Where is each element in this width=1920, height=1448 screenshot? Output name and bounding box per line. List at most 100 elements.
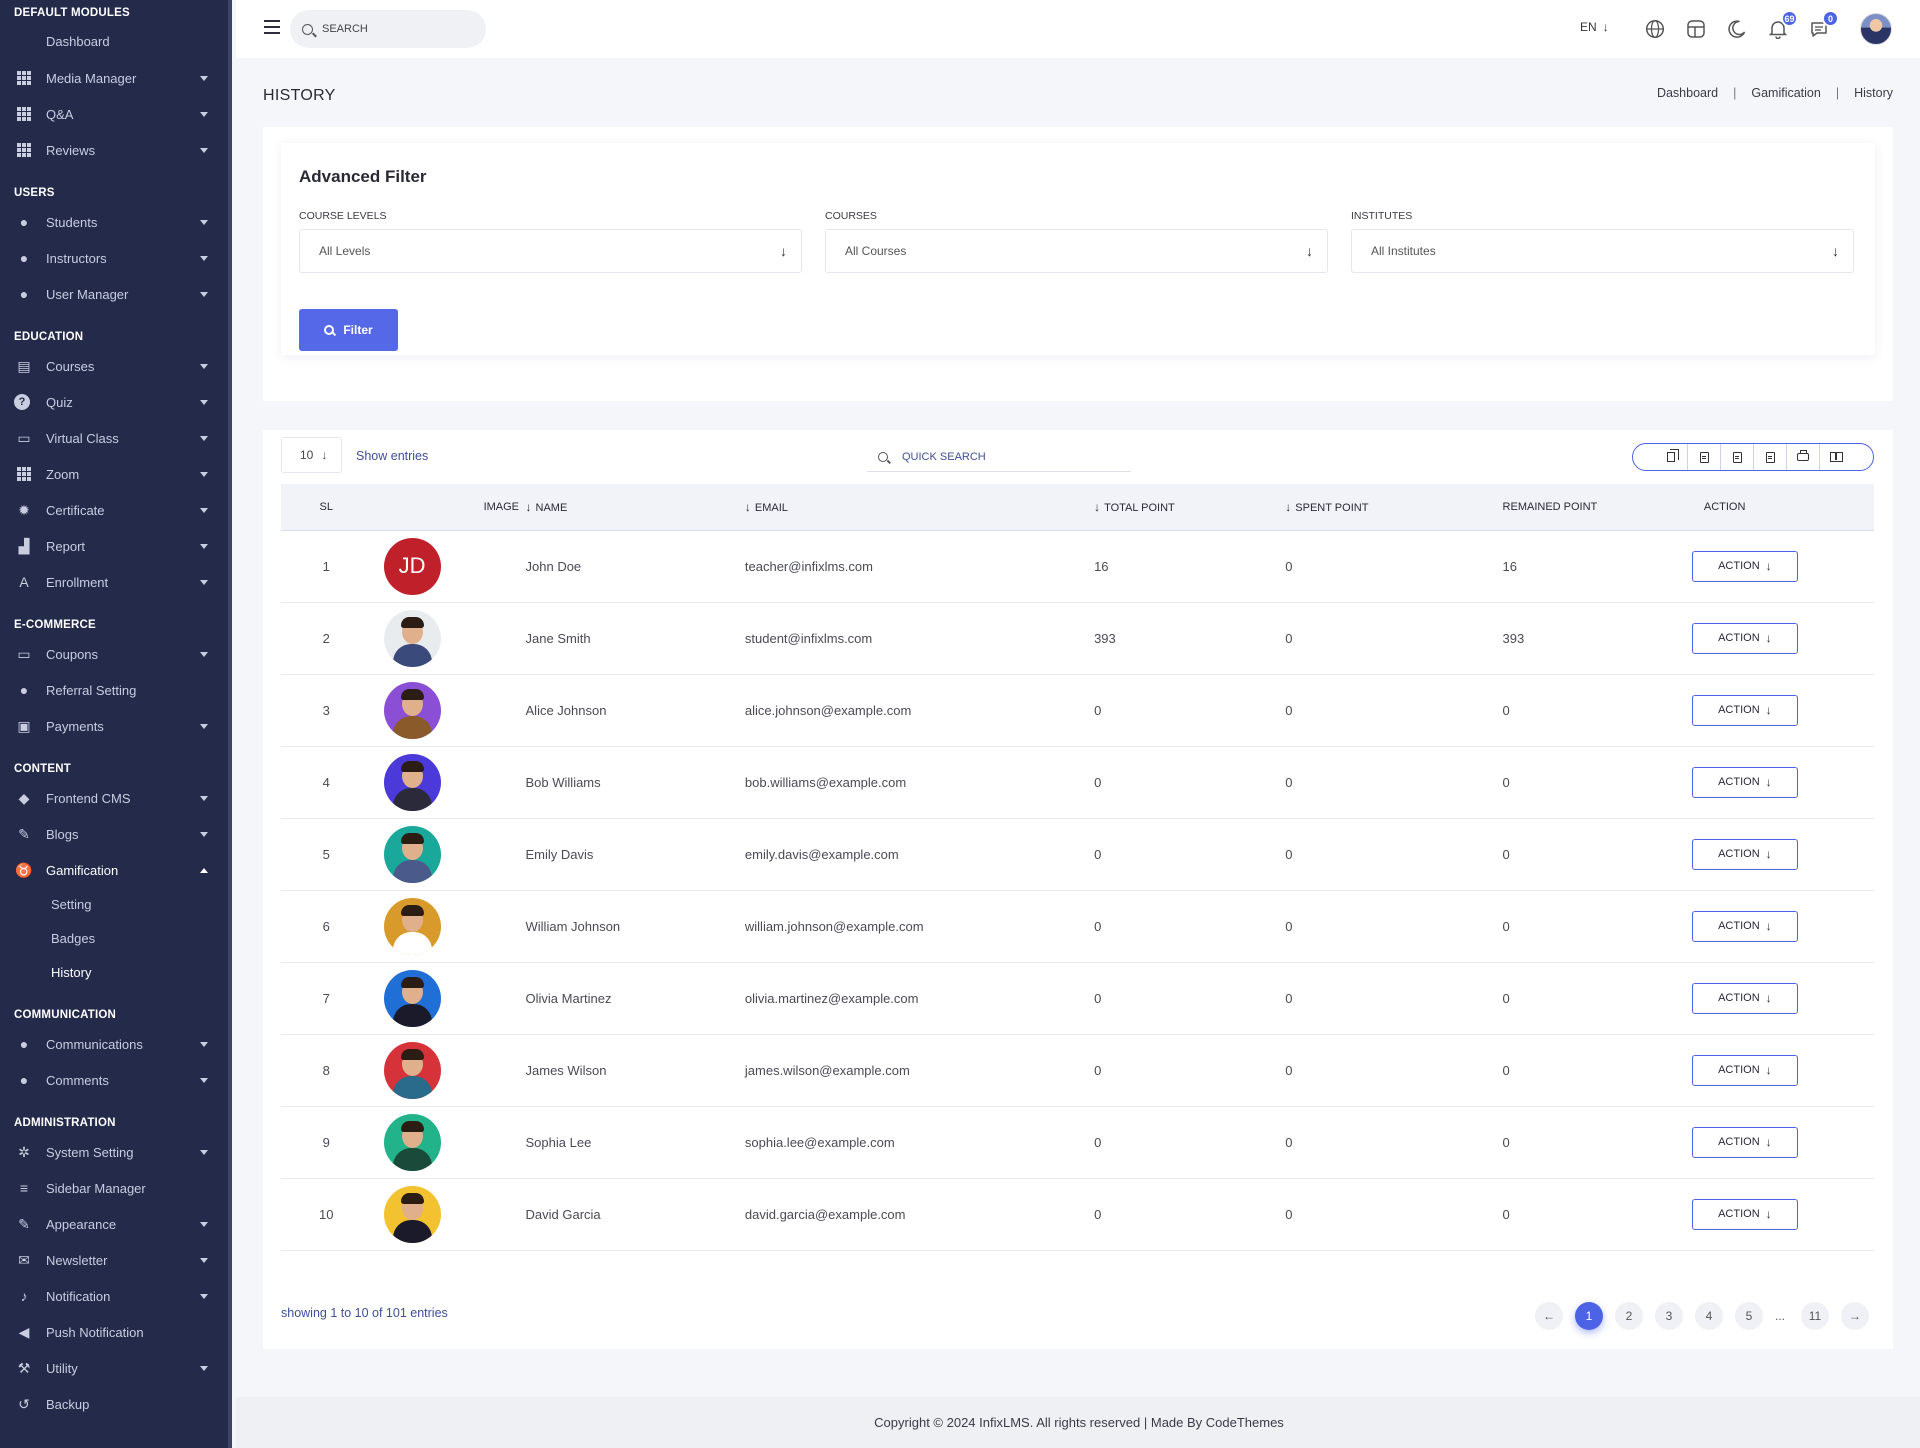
sidebar-item-system-setting[interactable]: ✲ System Setting (0, 1134, 228, 1170)
notification-bell-icon[interactable]: 69 (1767, 10, 1798, 40)
sidebar-item-user-manager[interactable]: ● User Manager (0, 276, 228, 312)
sidebar-item-enrollment[interactable]: A Enrollment (0, 564, 228, 600)
layout-icon[interactable] (1685, 18, 1707, 40)
column-header-spent-point[interactable]: ↓ SPENT POINT (1285, 484, 1491, 531)
globe-icon[interactable] (1644, 18, 1666, 40)
sidebar-item-dashboard[interactable]: Dashboard (0, 24, 228, 60)
csv-button[interactable] (1688, 444, 1721, 470)
sidebar-item-virtual-class[interactable]: ▭ Virtual Class (0, 420, 228, 456)
action-dropdown-button[interactable]: ACTION ↓ (1691, 766, 1798, 798)
sidebar-item-comments[interactable]: ● Comments (0, 1062, 228, 1098)
pagination-prev-button[interactable]: ← (1535, 1302, 1563, 1330)
pagination-next-button[interactable]: → (1841, 1302, 1869, 1330)
pagination-page-2[interactable]: 2 (1615, 1302, 1643, 1330)
column-header-sl[interactable]: SL (281, 484, 372, 531)
pagination-page-3[interactable]: 3 (1655, 1302, 1683, 1330)
column-header-name[interactable]: ↓ NAME (525, 484, 745, 531)
user-avatar[interactable] (1860, 13, 1892, 45)
sidebar-item-label: Report (46, 538, 86, 554)
cell-sl: 8 (281, 1034, 372, 1107)
copy-button[interactable] (1655, 444, 1688, 470)
action-dropdown-button[interactable]: ACTION ↓ (1691, 550, 1798, 582)
sidebar-section-education: EDUCATION (14, 331, 84, 343)
sidebar-item-notification[interactable]: ♪ Notification (0, 1278, 228, 1314)
hamburger-menu-icon[interactable] (264, 20, 280, 34)
language-selector[interactable]: EN ↓ (1580, 20, 1609, 34)
copy-icon (1667, 449, 1679, 462)
sidebar-item-instructors[interactable]: ● Instructors (0, 240, 228, 276)
filter-button[interactable]: Filter (299, 309, 398, 351)
sidebar-item-backup[interactable]: ↺ Backup (0, 1386, 228, 1422)
cell-image (371, 602, 526, 675)
sidebar-item-payments[interactable]: ▣ Payments (0, 708, 228, 744)
breadcrumb-gamification[interactable]: Gamification (1751, 86, 1820, 100)
sidebar-item-appearance[interactable]: ✎ Appearance (0, 1206, 228, 1242)
pagination: ← 1 2 3 4 5... 11 → (1535, 1302, 1869, 1330)
moon-icon[interactable] (1726, 18, 1748, 40)
course-levels-select[interactable]: All Levels ↓ (299, 229, 802, 273)
action-dropdown-button[interactable]: ACTION ↓ (1691, 694, 1798, 726)
page-size-select[interactable]: 10 ↓ (281, 437, 342, 473)
courses-select[interactable]: All Courses ↓ (825, 229, 1328, 273)
institutes-select[interactable]: All Institutes ↓ (1351, 229, 1854, 273)
action-dropdown-button[interactable]: ACTION ↓ (1691, 910, 1798, 942)
cell-sl: 7 (281, 962, 372, 1035)
sidebar-item-referral-setting[interactable]: ● Referral Setting (0, 672, 228, 708)
sidebar-item-newsletter[interactable]: ✉ Newsletter (0, 1242, 228, 1278)
breadcrumb-dashboard[interactable]: Dashboard (1657, 86, 1718, 100)
cell-email: william.johnson@example.com (744, 890, 1095, 963)
pagination-page-11[interactable]: 11 (1801, 1302, 1829, 1330)
cell-email: teacher@infixlms.com (744, 530, 1095, 603)
print-button[interactable] (1787, 444, 1820, 470)
sidebar-item-sidebar-manager[interactable]: ≡ Sidebar Manager (0, 1170, 228, 1206)
sidebar-subitem-badges[interactable]: Badges (0, 922, 228, 956)
action-dropdown-button[interactable]: ACTION ↓ (1691, 1054, 1798, 1086)
sidebar-item-media-manager[interactable]: Media Manager (0, 60, 228, 96)
column-visibility-button[interactable] (1820, 444, 1853, 470)
sidebar-item-courses[interactable]: ▤ Courses (0, 348, 228, 384)
sidebar-item-frontend-cms[interactable]: ◆ Frontend CMS (0, 780, 228, 816)
sidebar-item-report[interactable]: ▟ Report (0, 528, 228, 564)
column-header-total-point[interactable]: ↓ TOTAL POINT (1094, 484, 1286, 531)
sidebar-item-communications[interactable]: ● Communications (0, 1026, 228, 1062)
sidebar-item-students[interactable]: ● Students (0, 204, 228, 240)
cell-total-point: 16 (1094, 530, 1286, 603)
pagination-page-5[interactable]: 5 (1735, 1302, 1763, 1330)
sidebar-item-label: Coupons (46, 646, 99, 662)
sidebar-item-push-notification[interactable]: ◀ Push Notification (0, 1314, 228, 1350)
action-dropdown-button[interactable]: ACTION ↓ (1691, 1126, 1798, 1158)
action-dropdown-button[interactable]: ACTION ↓ (1691, 982, 1798, 1014)
column-header-remained-point[interactable]: REMAINED POINT (1490, 484, 1704, 531)
sidebar-item-certificate[interactable]: ✹ Certificate (0, 492, 228, 528)
column-header-email[interactable]: ↓ EMAIL (744, 484, 1095, 531)
action-dropdown-button[interactable]: ACTION ↓ (1691, 838, 1798, 870)
sidebar-item-qanda[interactable]: Q&A (0, 96, 228, 132)
pagination-page-1[interactable]: 1 (1575, 1302, 1603, 1330)
pdf-button[interactable] (1754, 444, 1787, 470)
sidebar-item-quiz[interactable]: ? Quiz (0, 384, 228, 420)
action-dropdown-button[interactable]: ACTION ↓ (1691, 1198, 1798, 1230)
quick-search[interactable]: QUICK SEARCH (867, 442, 1131, 472)
sidebar-item-label: Payments (46, 718, 104, 734)
sidebar-item-utility[interactable]: ⚒ Utility (0, 1350, 228, 1386)
action-dropdown-button[interactable]: ACTION ↓ (1691, 622, 1798, 654)
sidebar-subitem-history[interactable]: History (0, 956, 228, 990)
sidebar-item-coupons[interactable]: ▭ Coupons (0, 636, 228, 672)
sidebar-item-label: Notification (46, 1288, 111, 1304)
caret-down-icon (200, 76, 208, 81)
global-search-input[interactable] (322, 23, 462, 35)
sidebar-item-reviews[interactable]: Reviews (0, 132, 228, 168)
caret-down-icon (200, 796, 208, 801)
sidebar-item-label: Utility (46, 1360, 78, 1376)
sidebar-subitem-setting[interactable]: Setting (0, 888, 228, 922)
sidebar-item-gamification[interactable]: ♉ Gamification (0, 852, 228, 888)
message-icon[interactable]: 0 (1808, 10, 1839, 40)
export-buttons (1632, 443, 1874, 471)
cell-sl: 6 (281, 890, 372, 963)
global-search[interactable] (290, 10, 486, 48)
excel-button[interactable] (1721, 444, 1754, 470)
sidebar-item-blogs[interactable]: ✎ Blogs (0, 816, 228, 852)
sidebar-item-zoom[interactable]: Zoom (0, 456, 228, 492)
pagination-page-4[interactable]: 4 (1695, 1302, 1723, 1330)
avatar (383, 1113, 441, 1171)
